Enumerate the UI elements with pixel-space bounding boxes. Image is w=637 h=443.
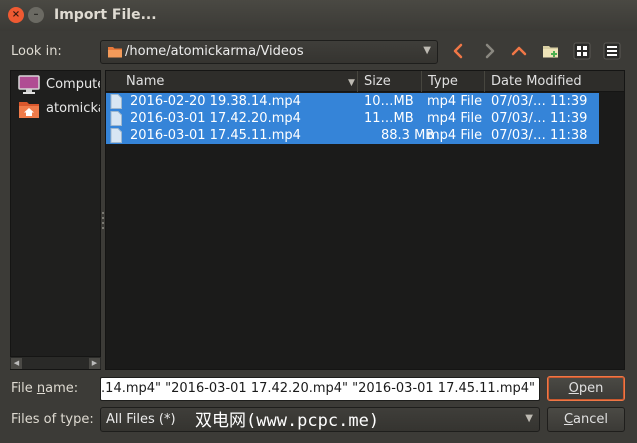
column-header-date-modified[interactable]: Date Modified xyxy=(484,71,599,92)
sort-descending-icon: ▼ xyxy=(348,78,355,88)
sidebar-item-computer[interactable]: Computer xyxy=(15,74,100,98)
file-type-label: Files of type: xyxy=(11,412,94,427)
open-button-mnemonic: O xyxy=(568,381,579,396)
file-date-cell: 07/03/… 11:39 xyxy=(491,94,588,109)
scroll-right-icon[interactable]: ▶ xyxy=(89,358,100,369)
computer-icon xyxy=(18,75,40,94)
cancel-button-mnemonic: C xyxy=(563,412,574,427)
file-name-label-pre: File xyxy=(11,381,37,396)
list-view-icon xyxy=(573,42,591,60)
open-button[interactable]: Open xyxy=(547,376,625,401)
sidebar-item-home[interactable]: atomickarma xyxy=(15,98,100,122)
table-row[interactable]: 2016-03-01 17.42.20.mp4 11…MB mp4 File 0… xyxy=(106,110,599,127)
table-row[interactable]: 2016-02-20 19.38.14.mp4 10…MB mp4 File 0… xyxy=(106,93,599,110)
close-window-button[interactable]: × xyxy=(8,7,24,23)
file-name-cell: 2016-03-01 17.42.20.mp4 xyxy=(130,111,301,126)
file-name-cell: 2016-03-01 17.45.11.mp4 xyxy=(130,128,301,143)
file-type-value: All Files (*) xyxy=(106,412,176,427)
file-list-header: Name ▼ Size Type Date Modified xyxy=(106,71,624,92)
minimize-window-button[interactable]: – xyxy=(28,7,44,23)
file-type-cell: mp4 File xyxy=(427,111,483,126)
detail-view-button[interactable] xyxy=(601,40,623,62)
column-header-type[interactable]: Type xyxy=(421,71,484,92)
cancel-button[interactable]: Cancel xyxy=(547,407,625,432)
places-sidebar: Computer atomickarma xyxy=(10,70,101,370)
file-list: Name ▼ Size Type Date Modified 2016-02-2… xyxy=(105,70,625,370)
file-date-cell: 07/03/… 11:38 xyxy=(491,128,588,143)
new-folder-button[interactable] xyxy=(540,40,562,62)
look-in-path: /home/atomickarma/Videos xyxy=(125,44,304,59)
up-arrow-icon xyxy=(511,46,527,56)
sidebar-horizontal-scrollbar[interactable]: ◀ ▶ xyxy=(10,356,101,369)
file-name-label-post: ame: xyxy=(45,381,79,396)
list-view-button[interactable] xyxy=(571,40,593,62)
sidebar-item-label: Computer xyxy=(46,77,100,92)
file-type-cell: mp4 File xyxy=(427,94,483,109)
file-date-cell: 07/03/… 11:39 xyxy=(491,111,588,126)
file-name-label-mnemonic: n xyxy=(36,381,46,396)
file-name-label: File name: xyxy=(11,381,78,396)
chevron-down-icon: ▼ xyxy=(525,413,533,424)
cancel-button-label: ancel xyxy=(573,412,609,427)
scroll-left-icon[interactable]: ◀ xyxy=(11,358,22,369)
sidebar-item-label: atomickarma xyxy=(46,101,100,116)
column-header-name[interactable]: Name xyxy=(120,71,362,92)
video-file-icon xyxy=(110,111,122,126)
forward-button[interactable] xyxy=(478,40,500,62)
back-arrow-icon xyxy=(453,43,463,59)
file-size-cell: 11…MB xyxy=(364,111,414,126)
window-title: Import File... xyxy=(54,7,157,23)
new-folder-icon xyxy=(543,46,558,58)
forward-arrow-icon xyxy=(485,43,495,59)
watermark-text: 双电网(www.pcpc.me) xyxy=(195,411,380,431)
file-name-input[interactable]: 9.38.14.mp4" "2016-03-01 17.42.20.mp4" "… xyxy=(100,377,540,401)
file-name-cell: 2016-02-20 19.38.14.mp4 xyxy=(130,94,301,109)
open-button-label: pen xyxy=(578,381,604,396)
look-in-combobox[interactable]: /home/atomickarma/Videos ▼ xyxy=(100,40,438,64)
file-name-value: 9.38.14.mp4" "2016-03-01 17.42.20.mp4" "… xyxy=(100,381,535,396)
parent-directory-button[interactable] xyxy=(508,40,530,62)
look-in-label: Look in: xyxy=(11,44,62,59)
chevron-down-icon: ▼ xyxy=(423,45,431,56)
file-size-cell: 10…MB xyxy=(364,94,414,109)
table-row[interactable]: 2016-03-01 17.45.11.mp4 88.3 MB mp4 File… xyxy=(106,127,599,144)
home-folder-icon xyxy=(19,102,39,118)
folder-icon xyxy=(108,47,122,58)
title-bar: × – Import File... xyxy=(0,0,637,31)
video-file-icon xyxy=(110,128,122,143)
column-header-size[interactable]: Size xyxy=(357,71,421,92)
back-button[interactable] xyxy=(448,40,470,62)
video-file-icon xyxy=(110,94,122,109)
detail-view-icon xyxy=(603,42,621,60)
file-type-cell: mp4 File xyxy=(427,128,483,143)
